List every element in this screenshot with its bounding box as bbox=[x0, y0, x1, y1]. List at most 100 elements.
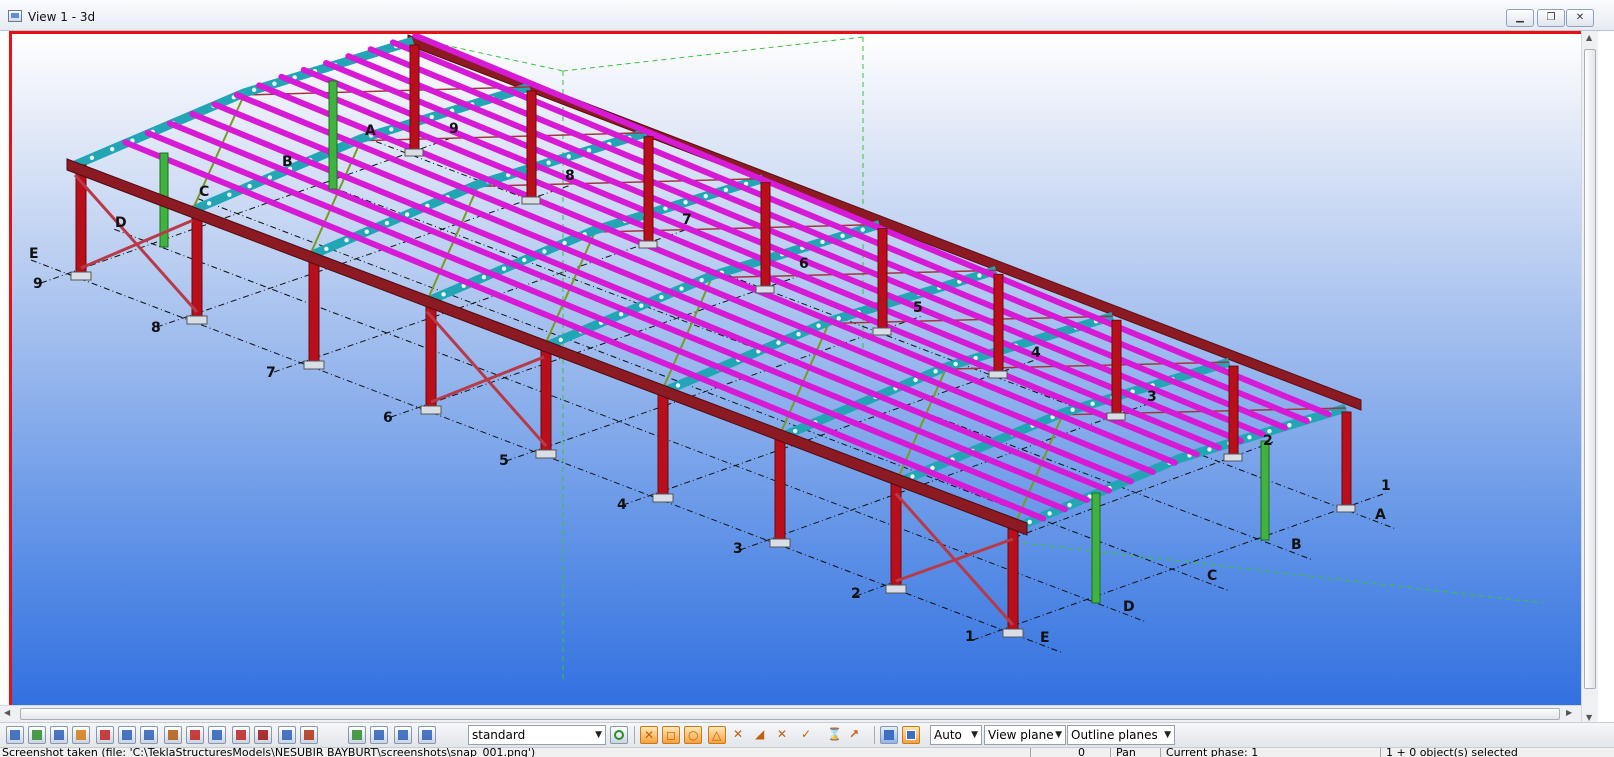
snap-nearest-point-button[interactable]: ✕ bbox=[730, 726, 748, 744]
snap-geometry-button[interactable] bbox=[370, 726, 388, 744]
select-all-button[interactable] bbox=[6, 726, 24, 744]
select-cut-button[interactable] bbox=[140, 726, 158, 744]
base-plate bbox=[872, 327, 892, 336]
select-rebar-icon bbox=[282, 730, 292, 740]
vertical-scrollbar[interactable]: ▲ ▼ bbox=[1581, 31, 1598, 729]
rafter-hole bbox=[953, 361, 958, 367]
restore-button[interactable]: ❐ bbox=[1537, 9, 1565, 27]
snap-end-button[interactable]: ✕ bbox=[640, 726, 658, 744]
base-plate bbox=[1336, 504, 1356, 513]
rafter-hole bbox=[860, 227, 865, 232]
select-rebar-button[interactable] bbox=[278, 726, 296, 744]
structural-model-render[interactable]: 9 8 7 6 5 4 3 2 1 9 8 7 6 5 4 3 2 1 E D C B A A B C D E bbox=[12, 34, 1581, 729]
horizontal-scrollbar[interactable]: ◀ ▶ bbox=[0, 705, 1581, 722]
snap-arrow-button[interactable]: ↗ bbox=[846, 726, 864, 744]
work-area-icon bbox=[906, 730, 916, 740]
rafter-hole bbox=[109, 146, 115, 152]
rafter-hole bbox=[441, 292, 446, 297]
grid-label-row-7: 7 bbox=[266, 365, 276, 381]
rafter-hole bbox=[933, 369, 938, 374]
snap-center-icon: ◻ bbox=[666, 728, 676, 742]
front-column-8 bbox=[191, 210, 203, 317]
filter-options-button[interactable] bbox=[610, 726, 628, 744]
select-parts-button[interactable] bbox=[28, 726, 46, 744]
rafter-hole bbox=[659, 294, 664, 300]
snap-any-icon bbox=[422, 730, 432, 740]
close-button[interactable]: ✕ bbox=[1566, 9, 1594, 27]
depth-select[interactable]: Auto ▼ bbox=[930, 725, 982, 745]
select-welds-button[interactable] bbox=[72, 726, 90, 744]
select-surface-button[interactable] bbox=[50, 726, 68, 744]
select-views-button[interactable] bbox=[208, 726, 226, 744]
scroll-up-icon[interactable]: ▲ bbox=[1586, 33, 1592, 42]
snap-end-icon: ✕ bbox=[644, 728, 655, 742]
grid-label-row-1: 1 bbox=[965, 629, 975, 645]
3d-model-viewport[interactable]: 9 8 7 6 5 4 3 2 1 9 8 7 6 5 4 3 2 1 E D C B A A B C D E bbox=[9, 31, 1581, 729]
front-column-7 bbox=[308, 255, 320, 362]
select-assembly-button[interactable] bbox=[186, 726, 204, 744]
select-components-button[interactable] bbox=[164, 726, 182, 744]
front-eave-beam bbox=[66, 158, 1028, 536]
steel-columns bbox=[70, 44, 1356, 638]
snap-line-button[interactable]: ✓ bbox=[798, 726, 816, 744]
snap-intersection-button[interactable]: ○ bbox=[684, 726, 702, 744]
select-welds-icon bbox=[76, 730, 86, 740]
snap-nearest-button[interactable] bbox=[394, 726, 412, 744]
vertical-scroll-thumb[interactable] bbox=[1584, 49, 1596, 689]
rafter-hole bbox=[699, 277, 704, 283]
status-divider bbox=[1380, 748, 1381, 757]
rafter-hole bbox=[546, 160, 551, 165]
toolbar-divider bbox=[874, 726, 875, 744]
grid-label-row-9: 9 bbox=[33, 276, 43, 292]
status-phase: Current phase: 1 bbox=[1166, 747, 1259, 757]
grid-label-top-9: 9 bbox=[449, 121, 459, 137]
snap-perpendicular-button[interactable]: ◢ bbox=[752, 726, 770, 744]
snap-any-button[interactable] bbox=[418, 726, 436, 744]
select-lines-button[interactable] bbox=[300, 726, 318, 744]
select-components-icon bbox=[168, 730, 178, 740]
base-plate bbox=[404, 148, 424, 157]
select-lines-icon bbox=[304, 730, 314, 740]
scroll-left-icon[interactable]: ◀ bbox=[4, 708, 10, 717]
view-depth-button[interactable] bbox=[880, 726, 898, 744]
select-points-button[interactable] bbox=[118, 726, 136, 744]
snap-extension-button[interactable]: ✕ bbox=[774, 726, 792, 744]
rafter-hole bbox=[247, 183, 252, 189]
work-area-button[interactable] bbox=[902, 726, 920, 744]
select-all-icon bbox=[10, 730, 20, 740]
snap-free-button[interactable]: ⌛ bbox=[824, 726, 842, 744]
status-count: 0 bbox=[1078, 747, 1085, 757]
snap-ref-button[interactable] bbox=[348, 726, 366, 744]
front-column-5 bbox=[540, 346, 552, 451]
rafter-hole bbox=[1247, 435, 1252, 440]
selection-filter-select[interactable]: standard ▼ bbox=[468, 725, 606, 745]
scroll-down-icon[interactable]: ▼ bbox=[1586, 713, 1592, 722]
rafter-hole bbox=[1027, 519, 1032, 525]
status-divider bbox=[1030, 748, 1031, 757]
select-parts-icon bbox=[32, 730, 42, 740]
grid-label-top-3: 3 bbox=[1147, 389, 1157, 405]
view-titlebar[interactable]: View 1 - 3d ▁ ❐ ✕ bbox=[0, 0, 1614, 31]
snap-mid-button[interactable]: △ bbox=[708, 726, 726, 744]
select-grid-button[interactable] bbox=[96, 726, 114, 744]
grid-label-top-4: 4 bbox=[1031, 345, 1041, 361]
rafter-hole bbox=[820, 239, 825, 245]
scroll-right-icon[interactable]: ▶ bbox=[1566, 708, 1572, 717]
rafter-hole bbox=[1207, 447, 1212, 452]
select-planes-button[interactable] bbox=[232, 726, 250, 744]
base-plate bbox=[755, 285, 775, 294]
select-bolts-button[interactable] bbox=[254, 726, 272, 744]
snap-center-button[interactable]: ◻ bbox=[662, 726, 680, 744]
base-plate bbox=[885, 584, 907, 594]
gable-column bbox=[1091, 492, 1101, 604]
rafter-hole bbox=[675, 383, 681, 388]
rafter-hole bbox=[679, 286, 684, 291]
base-plate bbox=[988, 370, 1008, 379]
minimize-button[interactable]: ▁ bbox=[1506, 9, 1534, 27]
plane-select[interactable]: View plane ▼ bbox=[984, 725, 1066, 745]
grid-label-row-3: 3 bbox=[733, 541, 743, 557]
horizontal-scroll-thumb[interactable] bbox=[20, 708, 1560, 720]
front-column-3 bbox=[774, 437, 786, 540]
base-plate bbox=[652, 493, 674, 503]
outline-select[interactable]: Outline planes ▼ bbox=[1067, 725, 1175, 745]
